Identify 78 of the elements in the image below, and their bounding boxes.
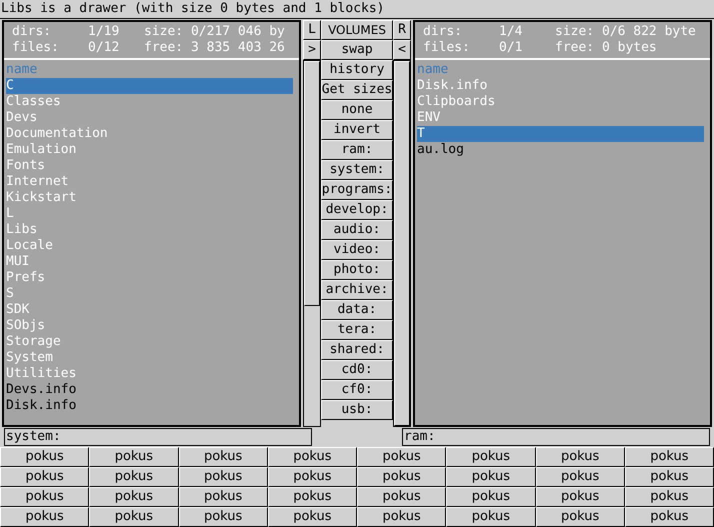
status-title: Libs is a drawer (with size 0 bytes and 1 blocks) (0, 0, 714, 19)
command-button[interactable]: pokus (89, 487, 178, 507)
command-button[interactable]: pokus (536, 447, 625, 467)
toolbar-button[interactable]: VOLUMES (321, 20, 393, 40)
stats-label: dirs: (422, 24, 464, 40)
side-button[interactable]: R (393, 20, 411, 40)
volume-button[interactable]: archive: (320, 280, 394, 300)
command-button[interactable]: pokus (0, 507, 90, 527)
command-button[interactable]: pokus (357, 447, 446, 467)
side-button[interactable]: L (303, 20, 321, 40)
command-button[interactable]: pokus (357, 467, 446, 487)
file-entry[interactable]: Devs.info (6, 382, 293, 398)
command-button[interactable]: pokus (536, 487, 625, 507)
command-button[interactable]: pokus (0, 467, 90, 487)
command-button[interactable]: pokus (624, 487, 714, 507)
stats-value: 1/19 (88, 24, 120, 40)
command-button[interactable]: pokus (446, 487, 536, 507)
stats-value: 0/12 (88, 40, 120, 56)
command-button[interactable]: pokus (446, 447, 536, 467)
volume-button[interactable]: cf0: (320, 380, 394, 400)
stats-info: free: 0 bytes (555, 40, 657, 56)
toolbar-button[interactable]: swap (321, 40, 393, 60)
stats-label: files: (422, 40, 471, 56)
path-field[interactable]: ram: (402, 428, 710, 446)
volume-button[interactable]: programs: (320, 180, 394, 200)
command-button[interactable]: pokus (446, 467, 536, 487)
stats-info: size: 0/6 822 byte (555, 24, 696, 40)
command-button[interactable]: pokus (178, 467, 268, 487)
command-button[interactable]: pokus (268, 487, 357, 507)
command-button[interactable]: pokus (268, 447, 357, 467)
stats-value: 1/4 (499, 24, 524, 40)
volume-button[interactable]: none (320, 100, 394, 120)
command-button[interactable]: pokus (536, 507, 625, 527)
command-button[interactable]: pokus (446, 507, 536, 527)
command-button[interactable]: pokus (0, 447, 90, 467)
command-button[interactable]: pokus (357, 487, 446, 507)
stats-label: dirs: (11, 24, 52, 40)
volume-button[interactable]: shared: (320, 340, 394, 360)
command-button[interactable]: pokus (178, 487, 268, 507)
file-entry[interactable]: au.log (417, 142, 704, 158)
volume-button[interactable]: invert (320, 120, 394, 140)
volume-button[interactable]: system: (320, 160, 394, 180)
volume-button[interactable]: photo: (320, 260, 394, 280)
command-button[interactable]: pokus (536, 467, 625, 487)
volume-button[interactable]: history (320, 60, 394, 80)
scrollbar[interactable] (303, 60, 321, 427)
command-button[interactable]: pokus (268, 507, 357, 527)
stats-value: 0/1 (499, 40, 524, 56)
command-button[interactable]: pokus (178, 507, 268, 527)
volume-button[interactable]: cd0: (320, 360, 394, 380)
volume-button[interactable]: usb: (320, 400, 394, 420)
side-button[interactable]: > (303, 40, 321, 60)
command-button[interactable]: pokus (624, 507, 714, 527)
scroll-thumb[interactable] (304, 61, 320, 306)
volume-button[interactable]: audio: (320, 220, 394, 240)
volume-button[interactable]: data: (320, 300, 394, 320)
directory-entry[interactable]: C (6, 78, 293, 94)
directory-entry[interactable]: T (417, 126, 704, 142)
command-button[interactable]: pokus (89, 507, 178, 527)
stats-info: size: 0/217 046 by (144, 24, 285, 40)
command-button[interactable]: pokus (89, 447, 178, 467)
command-button[interactable]: pokus (0, 487, 90, 507)
command-button[interactable]: pokus (89, 467, 178, 487)
volume-button[interactable]: develop: (320, 200, 394, 220)
stats-info: free: 3 835 403 26 (144, 40, 285, 56)
volume-button[interactable]: video: (320, 240, 394, 260)
stats-label: files: (11, 40, 60, 56)
volume-button[interactable]: tera: (320, 320, 394, 340)
command-button[interactable]: pokus (624, 467, 714, 487)
command-button[interactable]: pokus (268, 467, 357, 487)
path-field[interactable]: system: (4, 428, 312, 446)
command-button[interactable]: pokus (624, 447, 714, 467)
volume-button[interactable]: Get sizes (320, 80, 394, 100)
side-button[interactable]: < (393, 40, 411, 60)
command-button[interactable]: pokus (178, 447, 268, 467)
file-entry[interactable]: Disk.info (6, 398, 293, 414)
volume-button[interactable]: ram: (320, 140, 394, 160)
command-button[interactable]: pokus (357, 507, 446, 527)
